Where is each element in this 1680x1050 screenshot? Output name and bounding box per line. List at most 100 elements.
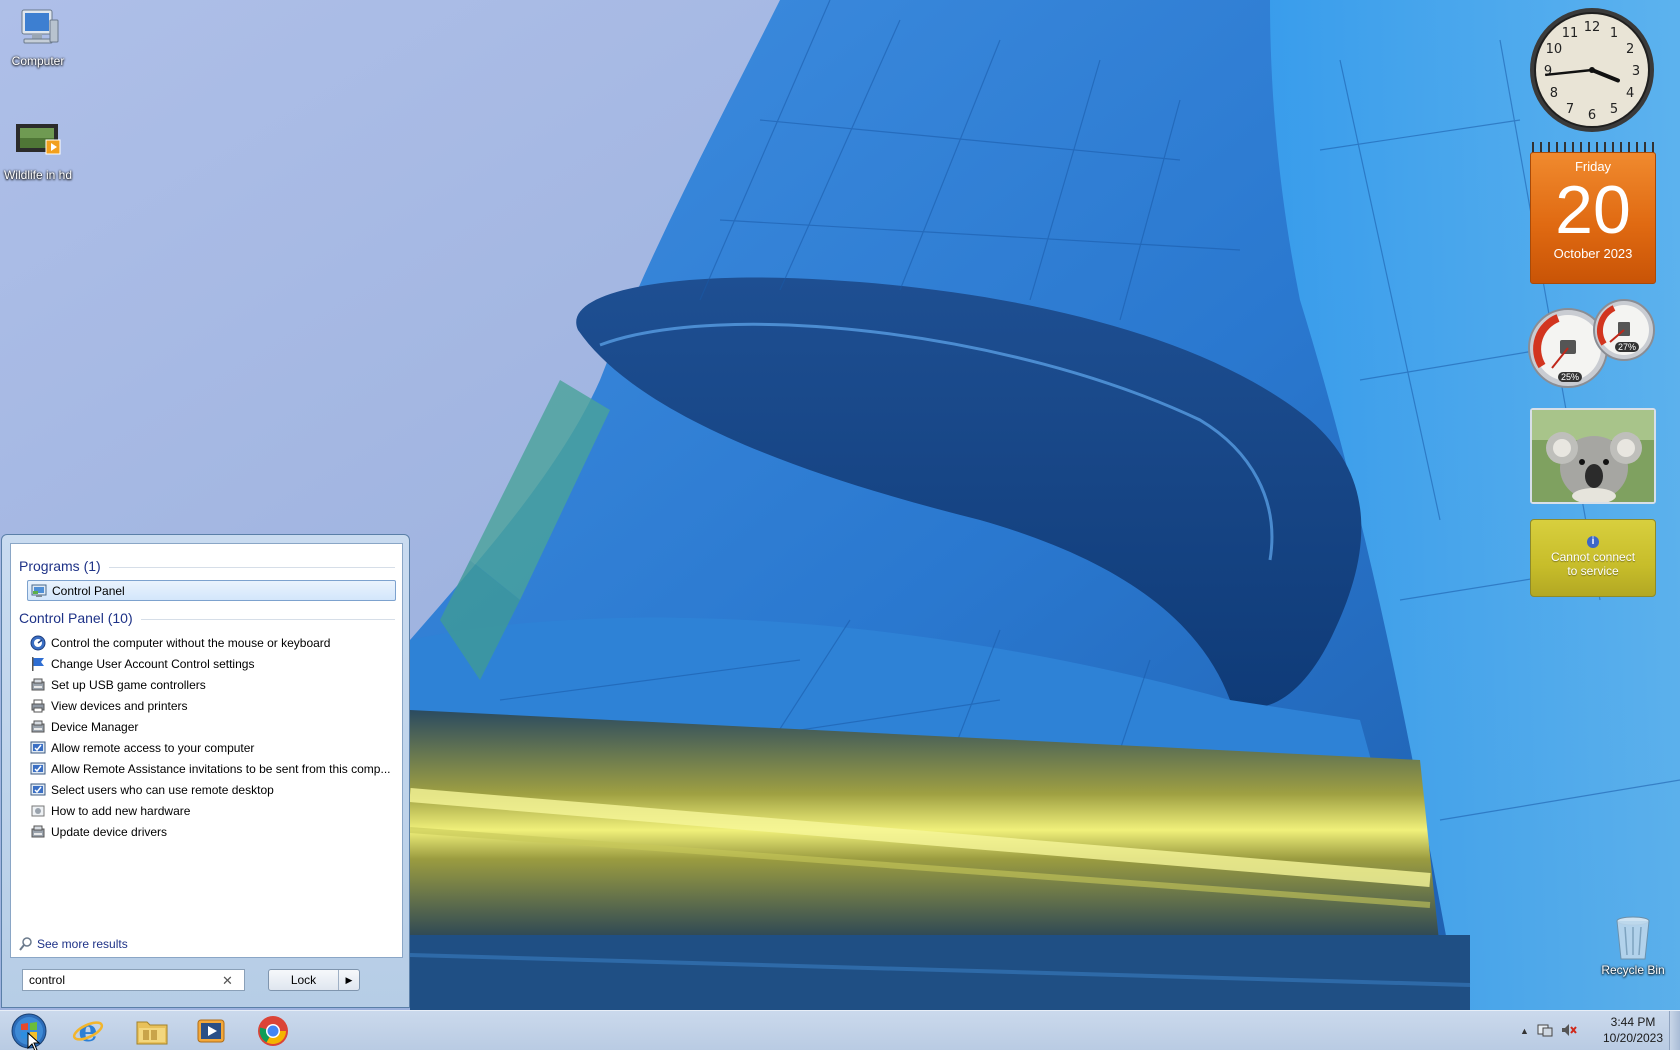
devices-icon xyxy=(30,824,46,840)
result-label: Control the computer without the mouse o… xyxy=(51,635,331,650)
system-icon xyxy=(30,761,46,777)
recycle-bin-icon xyxy=(1609,915,1657,960)
taskbar-clock[interactable]: 3:44 PM 10/20/2023 xyxy=(1598,1014,1668,1046)
result-uac-settings[interactable]: Change User Account Control settings xyxy=(27,653,396,674)
desktop-icon-label: Computer xyxy=(11,54,65,68)
clock-numeral: 9 xyxy=(1544,64,1552,79)
taskbar: e ▲ 3:44 PM 10/20/2023 xyxy=(0,1010,1680,1050)
result-label: Set up USB game controllers xyxy=(51,677,206,692)
video-file-icon xyxy=(14,120,62,164)
clock-numeral: 5 xyxy=(1610,102,1618,117)
weather-gadget[interactable]: i Cannot connect to service xyxy=(1530,519,1656,597)
result-label: View devices and printers xyxy=(51,698,188,713)
desktop-icon-computer[interactable]: Computer xyxy=(0,6,78,68)
devices-icon xyxy=(30,719,46,735)
clock-numeral: 2 xyxy=(1626,42,1634,57)
clock-numeral: 3 xyxy=(1632,64,1640,79)
calendar-day-number: 20 xyxy=(1555,172,1631,248)
control-panel-icon xyxy=(31,583,47,599)
result-add-new-hardware[interactable]: How to add new hardware xyxy=(27,800,396,821)
folder-icon xyxy=(136,1021,168,1045)
internet-explorer-icon: e xyxy=(72,1015,104,1047)
control-panel-header-label: Control Panel (10) xyxy=(19,610,133,626)
result-device-manager[interactable]: Device Manager xyxy=(27,716,396,737)
info-icon: i xyxy=(1587,536,1599,548)
ease-of-access-icon xyxy=(30,635,46,651)
result-control-panel[interactable]: Control Panel xyxy=(27,580,396,601)
result-label: How to add new hardware xyxy=(51,803,191,818)
svg-text:e: e xyxy=(78,1015,97,1047)
clock-numeral: 7 xyxy=(1566,102,1574,117)
result-label: Device Manager xyxy=(51,719,139,734)
see-more-label: See more results xyxy=(37,937,128,951)
clock-numeral: 6 xyxy=(1588,108,1596,123)
clock-numeral: 12 xyxy=(1584,20,1601,35)
see-more-results-link[interactable]: See more results xyxy=(19,937,128,951)
system-tray: ▲ xyxy=(1520,1019,1610,1043)
clock-numeral: 1 xyxy=(1610,26,1618,41)
clock-numeral: 10 xyxy=(1546,42,1563,57)
memory-percent-label: 27% xyxy=(1615,342,1640,352)
result-update-device-drivers[interactable]: Update device drivers xyxy=(27,821,396,842)
volume-muted-icon[interactable] xyxy=(1561,1022,1577,1041)
system-icon xyxy=(30,782,46,798)
clear-search-icon[interactable]: ✕ xyxy=(222,973,233,989)
result-label: Control Panel xyxy=(52,583,125,598)
uac-flag-icon xyxy=(30,656,46,672)
programs-section-header[interactable]: Programs (1) xyxy=(19,558,395,574)
result-control-without-mouse[interactable]: Control the computer without the mouse o… xyxy=(27,632,396,653)
printer-icon xyxy=(30,698,46,714)
result-remote-access[interactable]: Allow remote access to your computer xyxy=(27,737,396,758)
lock-button[interactable]: Lock xyxy=(269,970,339,990)
cpu-meter-gadget[interactable]: 25% 27% xyxy=(1528,296,1656,392)
calendar-gadget[interactable]: Friday 20 October 2023 xyxy=(1530,142,1656,284)
start-search-input[interactable]: control xyxy=(22,969,245,991)
lock-button-group: Lock ▶ xyxy=(268,969,360,991)
shutdown-options-arrow-icon[interactable]: ▶ xyxy=(339,970,359,990)
taskbar-chrome[interactable] xyxy=(247,1013,299,1049)
computer-icon xyxy=(14,6,62,50)
clock-time: 3:44 PM xyxy=(1610,1015,1656,1029)
search-results-pane: Programs (1) Control Panel Control Panel… xyxy=(10,543,403,958)
devices-icon xyxy=(30,677,46,693)
calendar-page: Friday 20 October 2023 xyxy=(1530,152,1656,284)
result-label: Select users who can use remote desktop xyxy=(51,782,274,797)
cpu-percent-label: 25% xyxy=(1558,372,1583,382)
chrome-icon xyxy=(258,1016,288,1046)
desktop-icon-label: Recycle Bin xyxy=(1601,963,1665,977)
calendar-month-year: October 2023 xyxy=(1553,246,1633,261)
search-icon xyxy=(19,937,33,951)
result-label: Update device drivers xyxy=(51,824,168,839)
result-label: Change User Account Control settings xyxy=(51,656,255,671)
slideshow-gadget[interactable] xyxy=(1530,408,1656,504)
media-player-icon xyxy=(197,1019,225,1043)
action-center-icon[interactable] xyxy=(1537,1022,1553,1041)
control-panel-section-header[interactable]: Control Panel (10) xyxy=(19,610,395,626)
taskbar-windows-explorer[interactable] xyxy=(126,1013,178,1049)
result-remote-desktop-users[interactable]: Select users who can use remote desktop xyxy=(27,779,396,800)
help-icon xyxy=(30,803,46,819)
weather-message-line2: to service xyxy=(1567,564,1619,578)
show-desktop-button[interactable] xyxy=(1669,1011,1680,1050)
result-remote-assistance[interactable]: Allow Remote Assistance invitations to b… xyxy=(27,758,396,779)
desktop-icon-recycle-bin[interactable]: Recycle Bin xyxy=(1593,915,1673,977)
clock-numeral: 4 xyxy=(1626,86,1634,101)
clock-numeral: 11 xyxy=(1562,26,1579,41)
clock-date: 10/20/2023 xyxy=(1602,1031,1664,1045)
weather-message-line1: Cannot connect xyxy=(1550,550,1636,564)
mouse-cursor-icon xyxy=(27,1032,41,1050)
desktop-icon-label: Wildlife in hd xyxy=(3,168,73,182)
clock-gadget[interactable]: 1 2 3 4 5 6 7 8 9 10 11 12 xyxy=(1528,6,1656,134)
programs-header-label: Programs (1) xyxy=(19,558,101,574)
result-label: Allow remote access to your computer xyxy=(51,740,255,755)
taskbar-internet-explorer[interactable]: e xyxy=(62,1013,114,1049)
start-menu: Programs (1) Control Panel Control Panel… xyxy=(1,534,410,1008)
koala-photo xyxy=(1532,410,1654,502)
taskbar-media-player[interactable] xyxy=(185,1013,237,1049)
clock-numeral: 8 xyxy=(1550,86,1558,101)
system-icon xyxy=(30,740,46,756)
desktop-icon-wildlife[interactable]: Wildlife in hd xyxy=(0,120,78,182)
result-usb-game-controllers[interactable]: Set up USB game controllers xyxy=(27,674,396,695)
show-hidden-icons-arrow[interactable]: ▲ xyxy=(1520,1026,1529,1036)
result-devices-and-printers[interactable]: View devices and printers xyxy=(27,695,396,716)
